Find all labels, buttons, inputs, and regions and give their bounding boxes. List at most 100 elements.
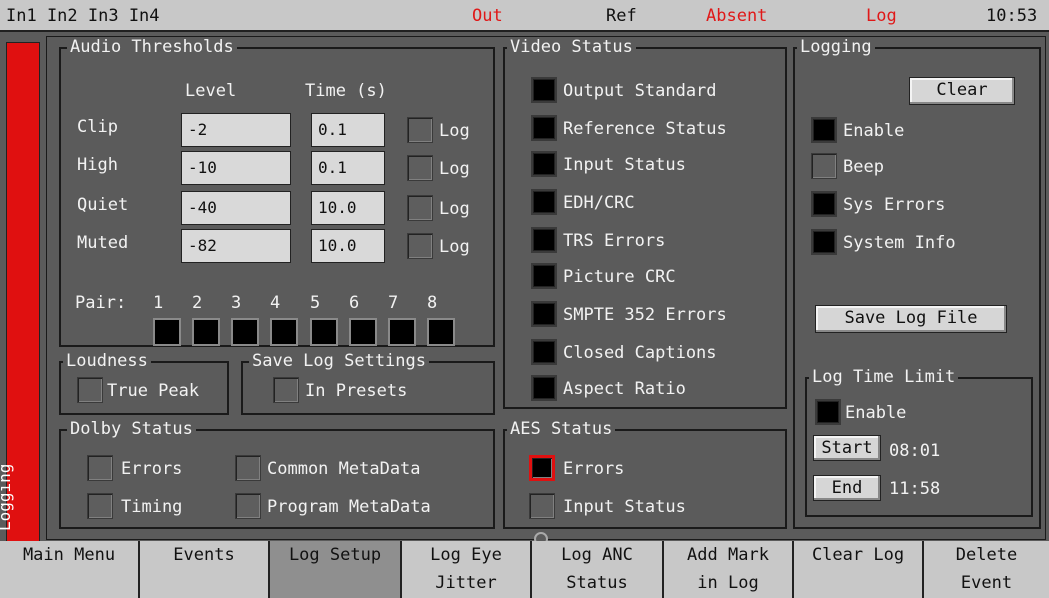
loudness-title: Loudness — [63, 351, 151, 371]
save-log-file-button[interactable]: Save Log File — [815, 305, 1007, 333]
save-log-settings-group: Save Log Settings In Presets — [241, 351, 495, 415]
output-standard-checkbox[interactable] — [531, 77, 557, 103]
quiet-time-field[interactable]: 10.0 — [311, 191, 385, 225]
clip-level-field[interactable]: -2 — [181, 113, 291, 147]
softkey-clear-log[interactable]: Clear Log — [794, 541, 924, 598]
high-level-field[interactable]: -10 — [181, 151, 291, 185]
pair-3-checkbox[interactable] — [231, 318, 259, 346]
pair-number-3: 3 — [231, 293, 242, 313]
top-status-bar: In1 In2 In3 In4 Out Ref Absent Log 10:53 — [0, 0, 1049, 32]
input-status-checkbox[interactable] — [531, 151, 557, 177]
high-time-field[interactable]: 0.1 — [311, 151, 385, 185]
pair-number-8: 8 — [427, 293, 438, 313]
logging-enable-checkbox[interactable] — [811, 117, 837, 143]
pair-8-checkbox[interactable] — [427, 318, 455, 346]
softkey-log-setup[interactable]: Log Setup — [270, 541, 402, 598]
loudness-group: Loudness True Peak — [59, 351, 229, 415]
sys-errors-checkbox[interactable] — [811, 191, 837, 217]
in-presets-label: In Presets — [305, 381, 408, 401]
softkey-clear-log-line1: Clear Log — [811, 545, 905, 565]
aes-status-title: AES Status — [507, 419, 616, 439]
clear-button[interactable]: Clear — [909, 77, 1015, 105]
smpte-352-errors-label: SMPTE 352 Errors — [563, 305, 727, 325]
program-metadata-checkbox[interactable] — [235, 493, 261, 519]
quiet-level-field[interactable]: -40 — [181, 191, 291, 225]
start-button[interactable]: Start — [813, 435, 881, 461]
pair-5-checkbox[interactable] — [310, 318, 338, 346]
clip-time-field[interactable]: 0.1 — [311, 113, 385, 147]
quiet-log-checkbox[interactable] — [407, 195, 433, 221]
dolby-status-group: Dolby Status Errors Common MetaData Timi… — [59, 419, 495, 529]
reference-status-checkbox[interactable] — [531, 115, 557, 141]
trs-errors-checkbox[interactable] — [531, 227, 557, 253]
high-log-label: Log — [439, 159, 470, 179]
dolby-errors-checkbox[interactable] — [87, 455, 113, 481]
softkey-log-eye-jitter-line1: Log Eye — [430, 545, 502, 565]
time-limit-enable-label: Enable — [845, 403, 907, 423]
muted-time-field[interactable]: 10.0 — [311, 229, 385, 263]
muted-level-field[interactable]: -82 — [181, 229, 291, 263]
logging-side-tab[interactable]: Logging — [0, 42, 40, 542]
pair-6-checkbox[interactable] — [349, 318, 377, 346]
in-presets-checkbox[interactable] — [273, 377, 299, 403]
clip-log-checkbox[interactable] — [407, 117, 433, 143]
softkey-log-setup-line1: Log Setup — [288, 545, 382, 565]
softkey-add-mark[interactable]: Add Mark in Log — [664, 541, 794, 598]
time-header: Time (s) — [305, 81, 387, 101]
system-info-label: System Info — [843, 233, 956, 253]
softkey-log-eye-jitter[interactable]: Log Eye Jitter — [402, 541, 532, 598]
softkey-events-line1: Events — [173, 545, 235, 565]
pair-7-checkbox[interactable] — [388, 318, 416, 346]
aspect-ratio-checkbox[interactable] — [531, 375, 557, 401]
time-limit-enable-checkbox[interactable] — [815, 399, 841, 425]
true-peak-label: True Peak — [107, 381, 200, 401]
softkey-log-eye-jitter-line2: Jitter — [435, 573, 497, 593]
logging-enable-label: Enable — [843, 121, 905, 141]
clip-log-label: Log — [439, 121, 470, 141]
aes-input-status-checkbox[interactable] — [529, 493, 555, 519]
clip-label: Clip — [77, 117, 118, 137]
start-time: 08:01 — [889, 441, 941, 461]
true-peak-checkbox[interactable] — [77, 377, 103, 403]
softkey-log-anc-status-line1: Log ANC — [561, 545, 633, 565]
muted-log-checkbox[interactable] — [407, 233, 433, 259]
dolby-timing-checkbox[interactable] — [87, 493, 113, 519]
pair-number-2: 2 — [192, 293, 203, 313]
dolby-errors-label: Errors — [121, 459, 183, 479]
audio-thresholds-group: Audio Thresholds Level Time (s) Clip -2 … — [59, 37, 495, 347]
trs-errors-label: TRS Errors — [563, 231, 666, 251]
softkey-events[interactable]: Events — [140, 541, 270, 598]
logging-panel: Audio Thresholds Level Time (s) Clip -2 … — [46, 36, 1046, 540]
dolby-status-title: Dolby Status — [67, 419, 196, 439]
picture-crc-checkbox[interactable] — [531, 263, 557, 289]
aes-status-group: AES Status Errors Input Status — [503, 419, 787, 529]
softkey-add-mark-line2: in Log — [697, 573, 759, 593]
beep-checkbox[interactable] — [811, 153, 837, 179]
muted-log-label: Log — [439, 237, 470, 257]
common-metadata-checkbox[interactable] — [235, 455, 261, 481]
pair-2-checkbox[interactable] — [192, 318, 220, 346]
high-log-checkbox[interactable] — [407, 155, 433, 181]
edh-crc-checkbox[interactable] — [531, 189, 557, 215]
softkey-delete-event-line1: Delete — [955, 545, 1018, 565]
aes-errors-label: Errors — [563, 459, 625, 479]
softkey-log-anc-status[interactable]: Log ANC Status — [532, 541, 664, 598]
high-label: High — [77, 155, 118, 175]
aes-errors-checkbox[interactable] — [529, 455, 555, 481]
clock: 10:53 — [986, 6, 1038, 26]
softkey-main-menu-line1: Main Menu — [22, 545, 116, 565]
system-info-checkbox[interactable] — [811, 229, 837, 255]
softkey-delete-event[interactable]: Delete Event — [924, 541, 1049, 598]
smpte-352-errors-checkbox[interactable] — [531, 301, 557, 327]
closed-captions-checkbox[interactable] — [531, 339, 557, 365]
dolby-timing-label: Timing — [121, 497, 183, 517]
pair-number-7: 7 — [388, 293, 399, 313]
side-tab-label: Logging — [0, 463, 14, 531]
log-status: Log — [866, 6, 897, 26]
end-button[interactable]: End — [813, 475, 881, 501]
pair-1-checkbox[interactable] — [153, 318, 181, 346]
softkey-main-menu[interactable]: Main Menu — [0, 541, 140, 598]
pair-4-checkbox[interactable] — [270, 318, 298, 346]
pair-number-1: 1 — [153, 293, 164, 313]
softkey-add-mark-line1: Add Mark — [687, 545, 769, 565]
